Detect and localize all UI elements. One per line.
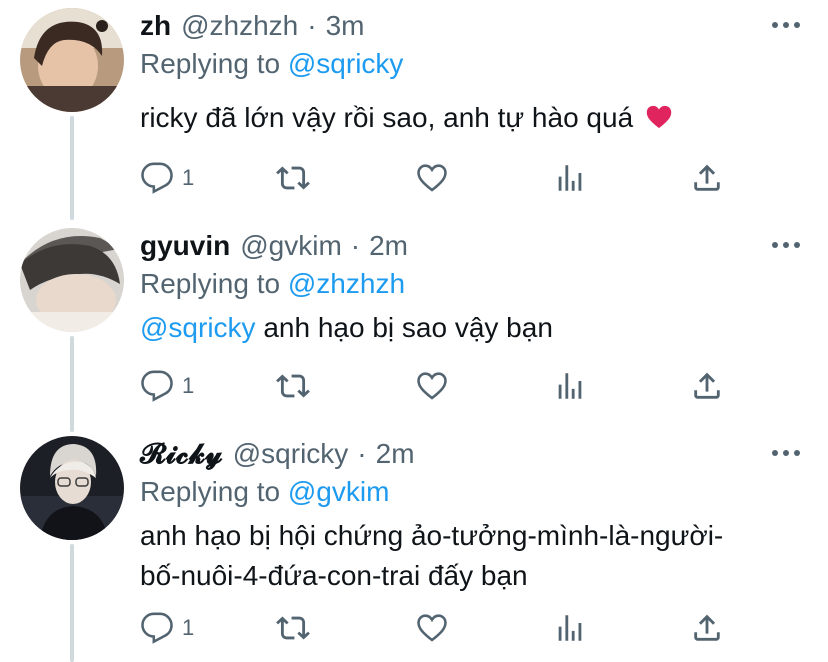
analytics-button[interactable] <box>553 366 587 406</box>
reply-icon <box>141 370 173 402</box>
avatar[interactable] <box>20 228 124 332</box>
like-button[interactable] <box>415 366 449 406</box>
analytics-icon <box>558 165 582 191</box>
action-bar: 1 <box>140 366 740 406</box>
display-name[interactable]: 𝓡𝓲𝓬𝓴𝔂 <box>140 438 223 471</box>
more-icon[interactable] <box>772 22 800 28</box>
like-button[interactable] <box>415 608 449 648</box>
avatar[interactable] <box>20 436 124 540</box>
replying-to: Replying to @gvkim <box>140 476 389 508</box>
retweet-icon <box>276 374 310 398</box>
tweet-text: ricky đã lớn vậy rồi sao, anh tự hào quá <box>140 98 673 142</box>
tweet[interactable]: zh @zhzhzh · 3m Replying to @sqricky ric… <box>0 4 828 210</box>
retweet-icon <box>276 616 310 640</box>
tweet-text-content: ricky đã lớn vậy rồi sao, anh tự hào quá <box>140 102 634 133</box>
reply-count: 1 <box>182 165 195 190</box>
share-button[interactable] <box>690 158 724 198</box>
retweet-button[interactable] <box>276 608 310 648</box>
share-icon <box>694 164 720 191</box>
replying-label: Replying to <box>140 48 281 79</box>
tweet-header: gyuvin @gvkim · 2m <box>140 230 408 270</box>
replying-to: Replying to @zhzhzh <box>140 268 405 300</box>
timestamp[interactable]: 3m <box>326 10 365 42</box>
replying-mention[interactable]: @sqricky <box>288 48 404 79</box>
tweet-header: zh @zhzhzh · 3m <box>140 10 364 50</box>
user-handle[interactable]: @gvkim <box>240 230 342 262</box>
text-mention[interactable]: @sqricky <box>140 312 256 343</box>
separator: · <box>350 230 361 261</box>
action-bar: 1 <box>140 608 740 648</box>
replying-label: Replying to <box>140 268 281 299</box>
more-icon[interactable] <box>772 450 800 456</box>
separator: · <box>357 438 367 469</box>
like-button[interactable] <box>415 158 449 198</box>
tweet-header: 𝓡𝓲𝓬𝓴𝔂 @sqricky · 2m <box>140 438 415 478</box>
analytics-icon <box>558 373 582 399</box>
reply-count: 1 <box>182 615 195 640</box>
replying-to: Replying to @sqricky <box>140 48 403 80</box>
reply-button[interactable]: 1 <box>140 608 194 648</box>
user-handle[interactable]: @sqricky <box>233 438 349 470</box>
display-name[interactable]: zh <box>140 10 171 42</box>
replying-mention[interactable]: @gvkim <box>288 476 390 507</box>
display-name[interactable]: gyuvin <box>140 230 230 262</box>
separator: · <box>307 10 317 41</box>
red-heart-emoji-icon <box>645 102 673 142</box>
analytics-button[interactable] <box>553 608 587 648</box>
tweet-text: @sqricky anh hạo bị sao vậy bạn <box>140 308 553 348</box>
timestamp[interactable]: 2m <box>376 438 415 470</box>
more-icon[interactable] <box>772 242 800 248</box>
avatar[interactable] <box>20 8 124 112</box>
tweet-text: anh hạo bị hội chứng ảo-tưởng-mình-là-ng… <box>140 516 723 596</box>
like-icon <box>417 164 447 192</box>
retweet-button[interactable] <box>276 366 310 406</box>
share-button[interactable] <box>690 608 724 648</box>
reply-count: 1 <box>182 373 195 398</box>
tweet[interactable]: gyuvin @gvkim · 2m Replying to @zhzhzh @… <box>0 224 828 424</box>
tweet-text-content: anh hạo bị sao vậy bạn <box>263 312 553 343</box>
retweet-icon <box>276 166 310 190</box>
share-button[interactable] <box>690 366 724 406</box>
reply-button[interactable]: 1 <box>140 366 194 406</box>
tweet[interactable]: 𝓡𝓲𝓬𝓴𝔂 @sqricky · 2m Replying to @gvkim a… <box>0 432 828 662</box>
tweet-text-line: bố-nuôi-4-đứa-con-trai đấy bạn <box>140 560 528 591</box>
share-icon <box>694 372 720 399</box>
reply-button[interactable]: 1 <box>140 158 194 198</box>
analytics-button[interactable] <box>553 158 587 198</box>
replying-mention[interactable]: @zhzhzh <box>288 268 405 299</box>
user-handle[interactable]: @zhzhzh <box>181 10 298 42</box>
action-bar: 1 <box>140 158 740 198</box>
like-icon <box>417 372 447 400</box>
share-icon <box>694 614 720 641</box>
replying-label: Replying to <box>140 476 281 507</box>
retweet-button[interactable] <box>276 158 310 198</box>
analytics-icon <box>558 615 582 641</box>
reply-icon <box>141 162 173 194</box>
reply-icon <box>141 612 173 644</box>
timestamp[interactable]: 2m <box>369 230 408 262</box>
like-icon <box>417 614 447 642</box>
tweet-text-line: anh hạo bị hội chứng ảo-tưởng-mình-là-ng… <box>140 520 724 551</box>
